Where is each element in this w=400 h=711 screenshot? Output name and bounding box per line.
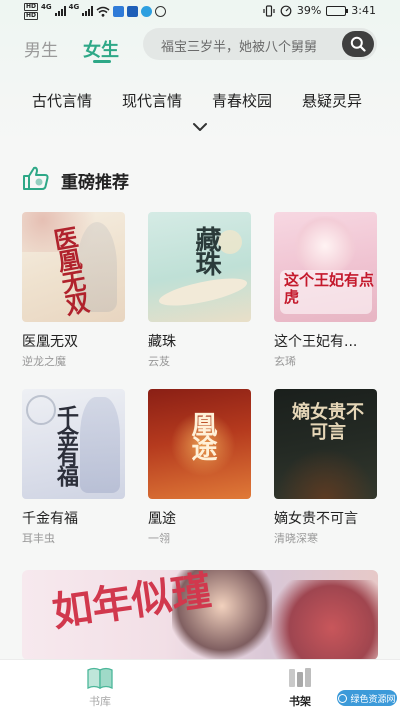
book-author: 逆龙之魔	[22, 355, 66, 368]
vibrate-icon	[263, 4, 275, 17]
book-title[interactable]: 藏珠	[148, 331, 252, 351]
book-cover[interactable]: 医凰无双	[22, 212, 125, 322]
section-title: 重磅推荐	[61, 173, 129, 193]
book-cover[interactable]: 藏珠	[148, 212, 251, 322]
book-card[interactable]: 凰途 凰途 一翎	[148, 389, 252, 545]
book-card[interactable]: 医凰无双 医凰无双 逆龙之魔	[22, 212, 126, 368]
app-notification-icon	[127, 5, 139, 17]
bookshelf-icon	[289, 668, 311, 687]
book-open-icon	[87, 667, 113, 690]
network-type-1: 4G	[41, 3, 52, 11]
book-title[interactable]: 嫡女贵不可言	[274, 508, 378, 528]
status-left: HD HD 4G 4G	[24, 2, 167, 20]
cover-title-art: 这个王妃有点虎	[284, 271, 375, 306]
app-notification-icon	[141, 5, 153, 17]
book-card[interactable]: 千金有福 千金有福 耳丰虫	[22, 389, 126, 545]
book-author: 耳丰虫	[22, 532, 55, 545]
watermark-logo-icon	[338, 693, 348, 703]
tab-female[interactable]: 女生	[83, 36, 119, 62]
book-cover[interactable]: 嫡女贵不可言	[274, 389, 377, 499]
book-author: 玄琋	[274, 355, 296, 368]
battery-icon	[326, 5, 349, 16]
nav-bookshelf[interactable]: 书架	[260, 660, 340, 711]
book-title[interactable]: 凰途	[148, 508, 252, 528]
book-cover[interactable]: 这个王妃有点虎	[274, 212, 377, 322]
watermark-badge: 绿色资源网	[337, 690, 397, 706]
cover-title-art: 藏珠	[191, 226, 221, 274]
book-cover[interactable]: 凰途	[148, 389, 251, 499]
book-card[interactable]: 嫡女贵不可言 嫡女贵不可言 清晓深寒	[274, 389, 378, 545]
book-title[interactable]: 医凰无双	[22, 331, 126, 351]
nav-library[interactable]: 书库	[60, 660, 140, 711]
wifi-icon	[96, 6, 110, 17]
category-suspense[interactable]: 悬疑灵异	[302, 90, 362, 111]
book-author: 清晓深寒	[274, 532, 318, 545]
category-modern-romance[interactable]: 现代言情	[122, 90, 182, 111]
status-bar: HD HD 4G 4G 39% 3:41	[0, 0, 400, 24]
book-title[interactable]: 千金有福	[22, 508, 126, 528]
book-title[interactable]: 这个王妃有...	[274, 331, 378, 351]
nav-bookshelf-label: 书架	[289, 695, 311, 708]
book-cover[interactable]: 千金有福	[22, 389, 125, 499]
chevron-down-icon[interactable]	[192, 122, 208, 132]
hd-indicator: HD HD	[24, 2, 39, 20]
nav-library-label: 书库	[89, 695, 111, 708]
promo-banner[interactable]: 如年似瑾	[22, 570, 378, 660]
category-row: 古代言情 现代言情 青春校园 悬疑灵异	[0, 90, 400, 112]
search-button[interactable]	[342, 31, 374, 57]
book-author: 云芨	[148, 355, 170, 368]
cover-title-art: 嫡女贵不可言	[292, 402, 364, 443]
book-card[interactable]: 这个王妃有点虎 这个王妃有... 玄琋	[274, 212, 378, 368]
signal-icon	[54, 6, 66, 16]
battery-percent: 39%	[296, 4, 322, 17]
app-notification-icon	[113, 5, 125, 17]
category-campus[interactable]: 青春校园	[212, 90, 272, 111]
thumbs-up-icon	[23, 166, 49, 190]
cover-title-art: 凰途	[187, 411, 217, 459]
data-saver-icon	[280, 5, 292, 16]
book-author: 一翎	[148, 532, 170, 545]
tab-male[interactable]: 男生	[24, 36, 58, 61]
search-icon	[350, 36, 366, 52]
active-tab-indicator	[93, 60, 111, 63]
status-right: 39% 3:41	[263, 4, 376, 17]
watermark-text: 绿色资源网	[350, 694, 396, 705]
book-card[interactable]: 藏珠 藏珠 云芨	[148, 212, 252, 368]
category-ancient-romance[interactable]: 古代言情	[32, 90, 92, 111]
clock: 3:41	[351, 4, 376, 17]
search-input[interactable]: 福宝三岁半，她被八个舅舅	[143, 28, 377, 60]
app-notification-icon	[155, 5, 167, 17]
network-type-2: 4G	[68, 3, 80, 11]
signal-icon	[82, 6, 94, 16]
search-placeholder: 福宝三岁半，她被八个舅舅	[161, 40, 318, 55]
cover-title-art: 千金有福	[53, 405, 79, 485]
